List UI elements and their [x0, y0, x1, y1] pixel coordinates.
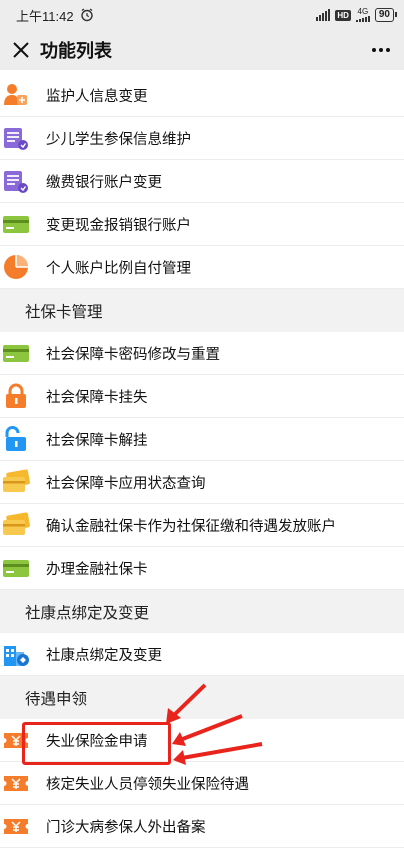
list-item-label: 社康点绑定及变更 [46, 647, 162, 664]
list-item-label: 核定失业人员停领失业保险待遇 [46, 776, 249, 793]
list-item-label: 门诊大病参保人外出备案 [46, 819, 206, 836]
document-list-icon [1, 166, 31, 196]
section-header-card-management: 社保卡管理 [0, 289, 404, 332]
document-list-icon [1, 123, 31, 153]
list-item-unemployment-benefit-application[interactable]: 失业保险金申请 [0, 719, 404, 762]
guardian-icon [1, 80, 31, 110]
list-item-label: 社会保障卡密码修改与重置 [46, 346, 220, 363]
list-item-label: 变更现金报销银行账户 [46, 217, 191, 234]
more-options-button[interactable] [366, 37, 396, 63]
close-icon [13, 42, 29, 58]
list-item-card-unblock[interactable]: 社会保障卡解挂 [0, 418, 404, 461]
clinic-icon [1, 639, 31, 669]
hd-icon: HD [335, 9, 351, 21]
more-dot-icon [386, 48, 390, 52]
list-item-label: 个人账户比例自付管理 [46, 260, 191, 277]
section-header-benefit-claim: 待遇申领 [0, 676, 404, 719]
list-item-personal-account-ratio[interactable]: 个人账户比例自付管理 [0, 246, 404, 289]
alarm-icon [80, 8, 93, 22]
list-item-label: 确认金融社保卡作为社保征缴和待遇发放账户 [46, 518, 336, 535]
list-item-apply-financial-card[interactable]: 办理金融社保卡 [0, 547, 404, 590]
more-dot-icon [372, 48, 376, 52]
card-icon [1, 553, 31, 583]
section-header-clinic-binding: 社康点绑定及变更 [0, 590, 404, 633]
voucher-icon [1, 768, 31, 798]
list-item-label: 监护人信息变更 [46, 88, 148, 105]
more-dot-icon [379, 48, 383, 52]
cards-icon [1, 467, 31, 497]
lock-icon [1, 381, 31, 411]
voucher-icon [1, 725, 31, 755]
list-item-label: 缴费银行账户变更 [46, 174, 162, 191]
list-item-clinic-binding[interactable]: 社康点绑定及变更 [0, 633, 404, 676]
bank-card-icon [1, 209, 31, 239]
list-item-outpatient-filing[interactable]: 门诊大病参保人外出备案 [0, 805, 404, 848]
list-item-card-report-loss[interactable]: 社会保障卡挂失 [0, 375, 404, 418]
network-indicator: 4G [355, 8, 370, 22]
list-item-label: 社会保障卡解挂 [46, 432, 148, 449]
status-bar: 上午11:42 HD 4G 90 [0, 0, 404, 30]
title-bar: 功能列表 [0, 30, 404, 70]
list-item-cash-reimbursement-account[interactable]: 变更现金报销银行账户 [0, 203, 404, 246]
wifi-signal-icon [316, 9, 331, 21]
list-item-stop-unemployment-benefit[interactable]: 核定失业人员停领失业保险待遇 [0, 762, 404, 805]
list-item-guardian-change[interactable]: 监护人信息变更 [0, 74, 404, 117]
unlock-icon [1, 424, 31, 454]
battery-indicator: 90 [374, 8, 398, 22]
list-item-student-insurance[interactable]: 少儿学生参保信息维护 [0, 117, 404, 160]
list-item-label: 社会保障卡应用状态查询 [46, 475, 206, 492]
page-title: 功能列表 [40, 41, 112, 62]
card-icon [1, 338, 31, 368]
list-item-label: 失业保险金申请 [46, 733, 148, 750]
function-list: 监护人信息变更 少儿学生参保信息维护 缴费银行账户变更 变更现金报销银行账户 个… [0, 74, 404, 848]
list-item-card-status-query[interactable]: 社会保障卡应用状态查询 [0, 461, 404, 504]
list-item-confirm-financial-card[interactable]: 确认金融社保卡作为社保征缴和待遇发放账户 [0, 504, 404, 547]
pie-chart-icon [1, 252, 31, 282]
list-item-label: 少儿学生参保信息维护 [46, 131, 191, 148]
voucher-icon [1, 811, 31, 841]
status-time: 上午11:42 [16, 8, 74, 24]
cards-icon [1, 510, 31, 540]
close-button[interactable] [8, 37, 34, 63]
list-item-card-password[interactable]: 社会保障卡密码修改与重置 [0, 332, 404, 375]
list-item-label: 办理金融社保卡 [46, 561, 148, 578]
list-item-label: 社会保障卡挂失 [46, 389, 148, 406]
list-item-bank-account-change[interactable]: 缴费银行账户变更 [0, 160, 404, 203]
